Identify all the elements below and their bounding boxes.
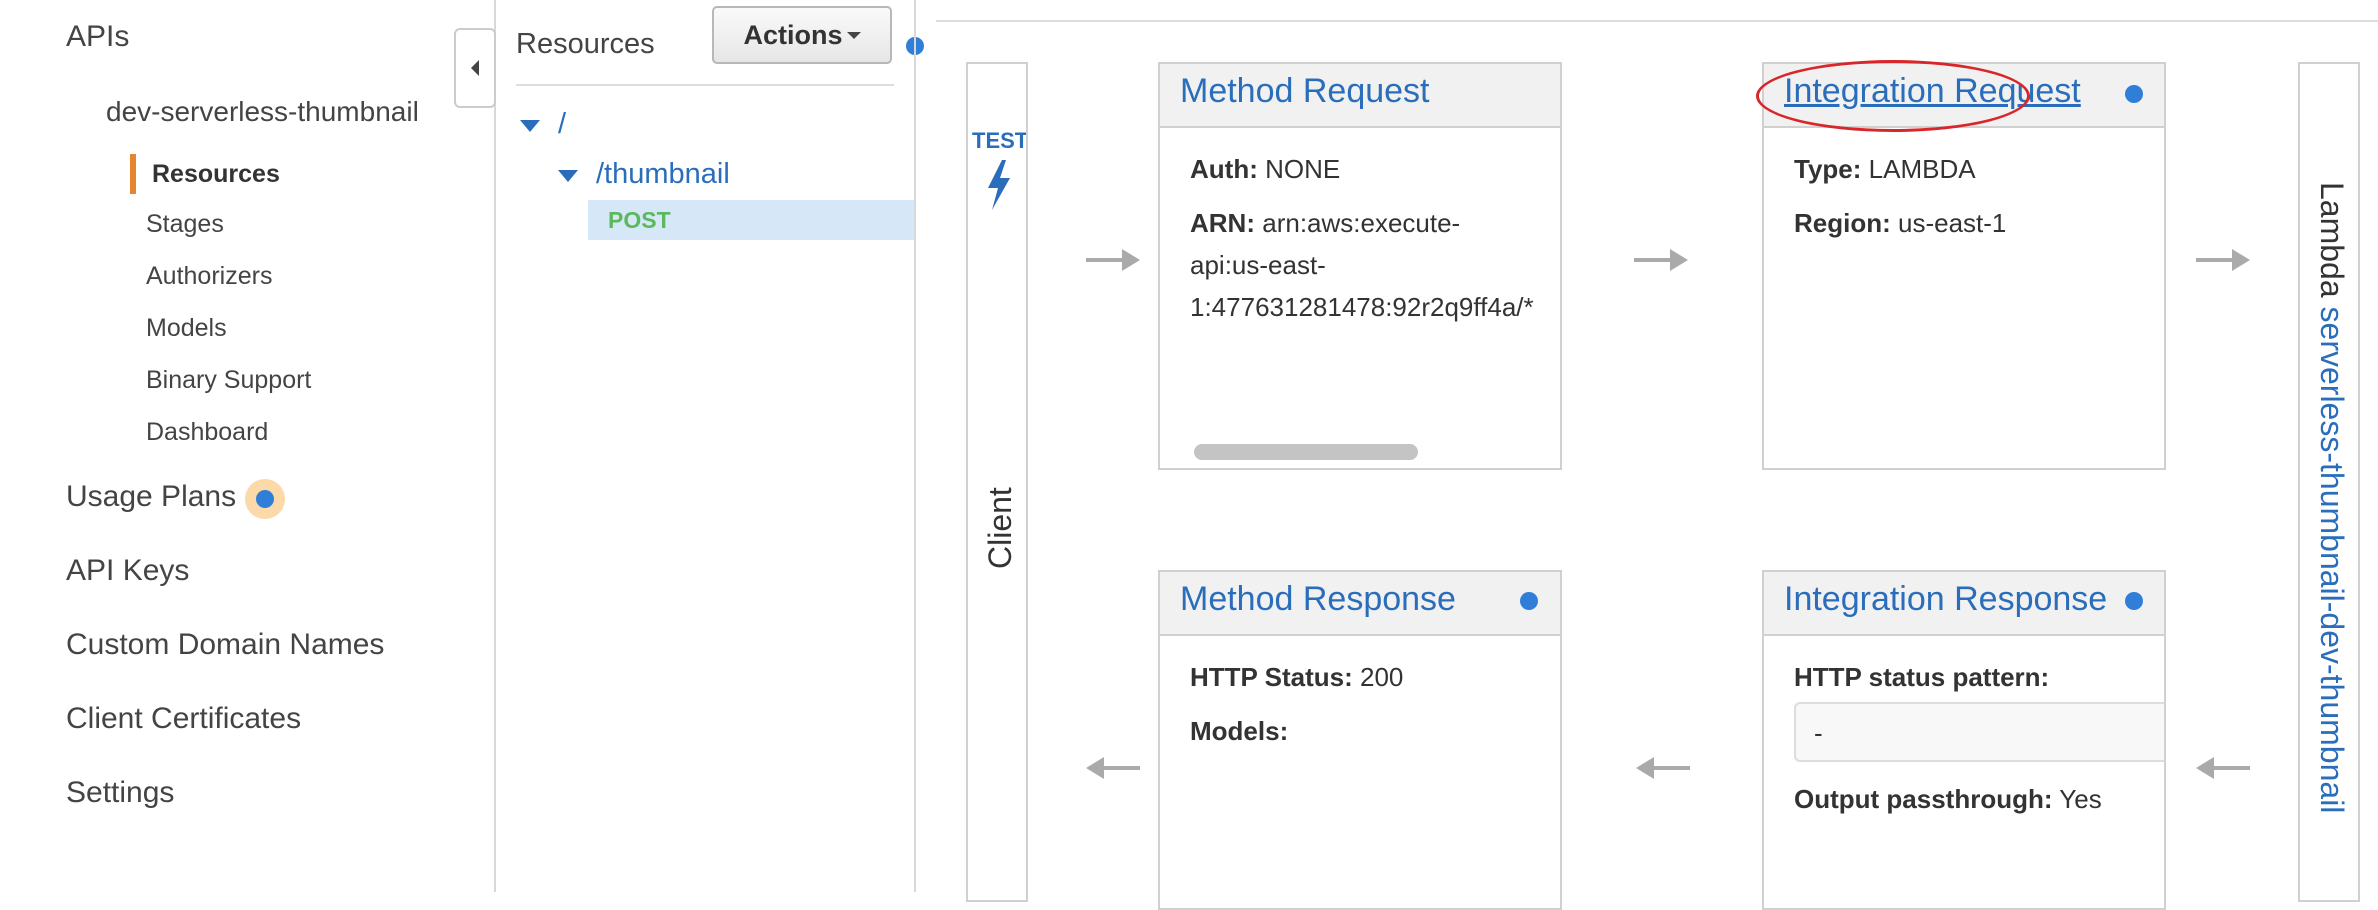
- nav-item-binary-support[interactable]: Binary Support: [146, 366, 311, 395]
- method-post-label: POST: [608, 207, 671, 233]
- arrow-integration-to-method-response: [1636, 757, 1690, 779]
- expand-thumbnail-icon[interactable]: [558, 170, 578, 182]
- method-response-box: Method Response HTTP Status: 200 Models:: [1158, 570, 1562, 910]
- lightning-icon[interactable]: [984, 160, 1014, 210]
- region-key: Region:: [1794, 208, 1891, 238]
- arrow-client-to-method-request: [1086, 249, 1140, 271]
- nav-item-usage-plans[interactable]: Usage Plans: [66, 480, 236, 514]
- chevron-left-icon: [471, 60, 479, 76]
- nav-apis[interactable]: APIs: [66, 20, 129, 54]
- http-status-value: 200: [1360, 662, 1404, 692]
- collapse-sidebar-button[interactable]: [454, 28, 496, 108]
- auth-value: NONE: [1265, 154, 1341, 184]
- type-row: Type: LAMBDA: [1794, 154, 1976, 185]
- passthrough-row: Output passthrough: Yes: [1794, 784, 2102, 815]
- nav-item-custom-domain-names[interactable]: Custom Domain Names: [66, 628, 384, 662]
- models-row: Models:: [1190, 716, 1288, 747]
- arn-key: ARN:: [1190, 208, 1255, 238]
- nav-api-name[interactable]: dev-serverless-thumbnail: [106, 96, 419, 128]
- nav-item-dashboard[interactable]: Dashboard: [146, 418, 268, 447]
- arrow-method-response-to-client: [1086, 757, 1140, 779]
- nav-item-resources[interactable]: Resources: [152, 160, 280, 189]
- status-pattern-row: HTTP status pattern:: [1794, 662, 2049, 693]
- arn-line-3: 1:477631281478:92r2q9ff4a/*: [1190, 292, 1534, 322]
- arn-row: ARN: arn:aws:execute-: [1190, 208, 1460, 239]
- lambda-function-link[interactable]: serverless-thumbnail-dev-thumbnail: [2314, 307, 2350, 814]
- actions-label: Actions: [743, 19, 843, 50]
- nav-item-models[interactable]: Models: [146, 314, 227, 343]
- http-status-key: HTTP Status:: [1190, 662, 1353, 692]
- arn-line-1: arn:aws:execute-: [1262, 208, 1461, 238]
- client-label: Client: [982, 487, 1018, 569]
- passthrough-value: Yes: [2059, 784, 2102, 814]
- method-request-link[interactable]: Method Request: [1180, 72, 1430, 111]
- active-indicator: [130, 154, 136, 194]
- expand-root-icon[interactable]: [520, 120, 540, 132]
- region-value: us-east-1: [1898, 208, 2007, 238]
- lambda-label: Lambda: [2314, 182, 2350, 298]
- method-request-box: Method Request Auth: NONE ARN: arn:aws:e…: [1158, 62, 1562, 470]
- integration-response-link[interactable]: Integration Response: [1784, 580, 2107, 619]
- horizontal-scrollbar[interactable]: [1194, 444, 1418, 460]
- integration-request-dot: [2125, 85, 2143, 103]
- type-key: Type:: [1794, 154, 1862, 184]
- resource-root[interactable]: /: [558, 108, 566, 141]
- status-pattern-field[interactable]: -: [1794, 702, 2164, 762]
- status-pattern-value: -: [1814, 718, 1823, 748]
- hotspot-dot: [256, 490, 274, 508]
- integration-response-box: Integration Response HTTP status pattern…: [1762, 570, 2166, 910]
- caret-down-icon: [846, 32, 861, 39]
- client-column: TEST Client: [966, 62, 1028, 902]
- lambda-column: Lambda serverless-thumbnail-dev-thumbnai…: [2298, 62, 2360, 902]
- actions-button[interactable]: Actions: [712, 6, 892, 64]
- arrow-integration-to-lambda: [2196, 249, 2250, 271]
- nav-item-stages[interactable]: Stages: [146, 210, 224, 239]
- arrow-method-to-integration-request: [1634, 249, 1688, 271]
- lambda-label-group: Lambda serverless-thumbnail-dev-thumbnai…: [2313, 182, 2350, 813]
- method-response-dot: [1520, 592, 1538, 610]
- method-request-header: Method Request: [1160, 64, 1560, 128]
- auth-key: Auth:: [1190, 154, 1258, 184]
- auth-row: Auth: NONE: [1190, 154, 1340, 185]
- test-link[interactable]: TEST: [972, 128, 1026, 154]
- highlight-circle: [1756, 60, 2030, 132]
- nav-item-settings[interactable]: Settings: [66, 776, 174, 810]
- method-response-header: Method Response: [1160, 572, 1560, 636]
- nav-item-client-certificates[interactable]: Client Certificates: [66, 702, 301, 736]
- resources-divider: [516, 84, 894, 86]
- integration-response-dot: [2125, 592, 2143, 610]
- resources-divider-right: [914, 0, 916, 892]
- resources-title: Resources: [516, 28, 655, 60]
- flow-top-border: [936, 20, 2378, 22]
- usage-plans-hotspot: [245, 479, 285, 519]
- integration-response-header: Integration Response: [1764, 572, 2164, 636]
- type-value: LAMBDA: [1868, 154, 1976, 184]
- nav-item-api-keys[interactable]: API Keys: [66, 554, 189, 588]
- region-row: Region: us-east-1: [1794, 208, 2006, 239]
- arrow-lambda-to-integration-response: [2196, 757, 2250, 779]
- method-post-row[interactable]: POST: [588, 200, 914, 240]
- arn-line-2: api:us-east-: [1190, 250, 1326, 280]
- models-key: Models:: [1190, 716, 1289, 746]
- status-pattern-key: HTTP status pattern:: [1794, 662, 2050, 692]
- nav-divider: [494, 0, 496, 892]
- nav-item-authorizers[interactable]: Authorizers: [146, 262, 272, 291]
- http-status-row: HTTP Status: 200: [1190, 662, 1403, 693]
- resource-thumbnail[interactable]: /thumbnail: [596, 158, 730, 191]
- method-response-link[interactable]: Method Response: [1180, 580, 1456, 619]
- passthrough-key: Output passthrough:: [1794, 784, 2053, 814]
